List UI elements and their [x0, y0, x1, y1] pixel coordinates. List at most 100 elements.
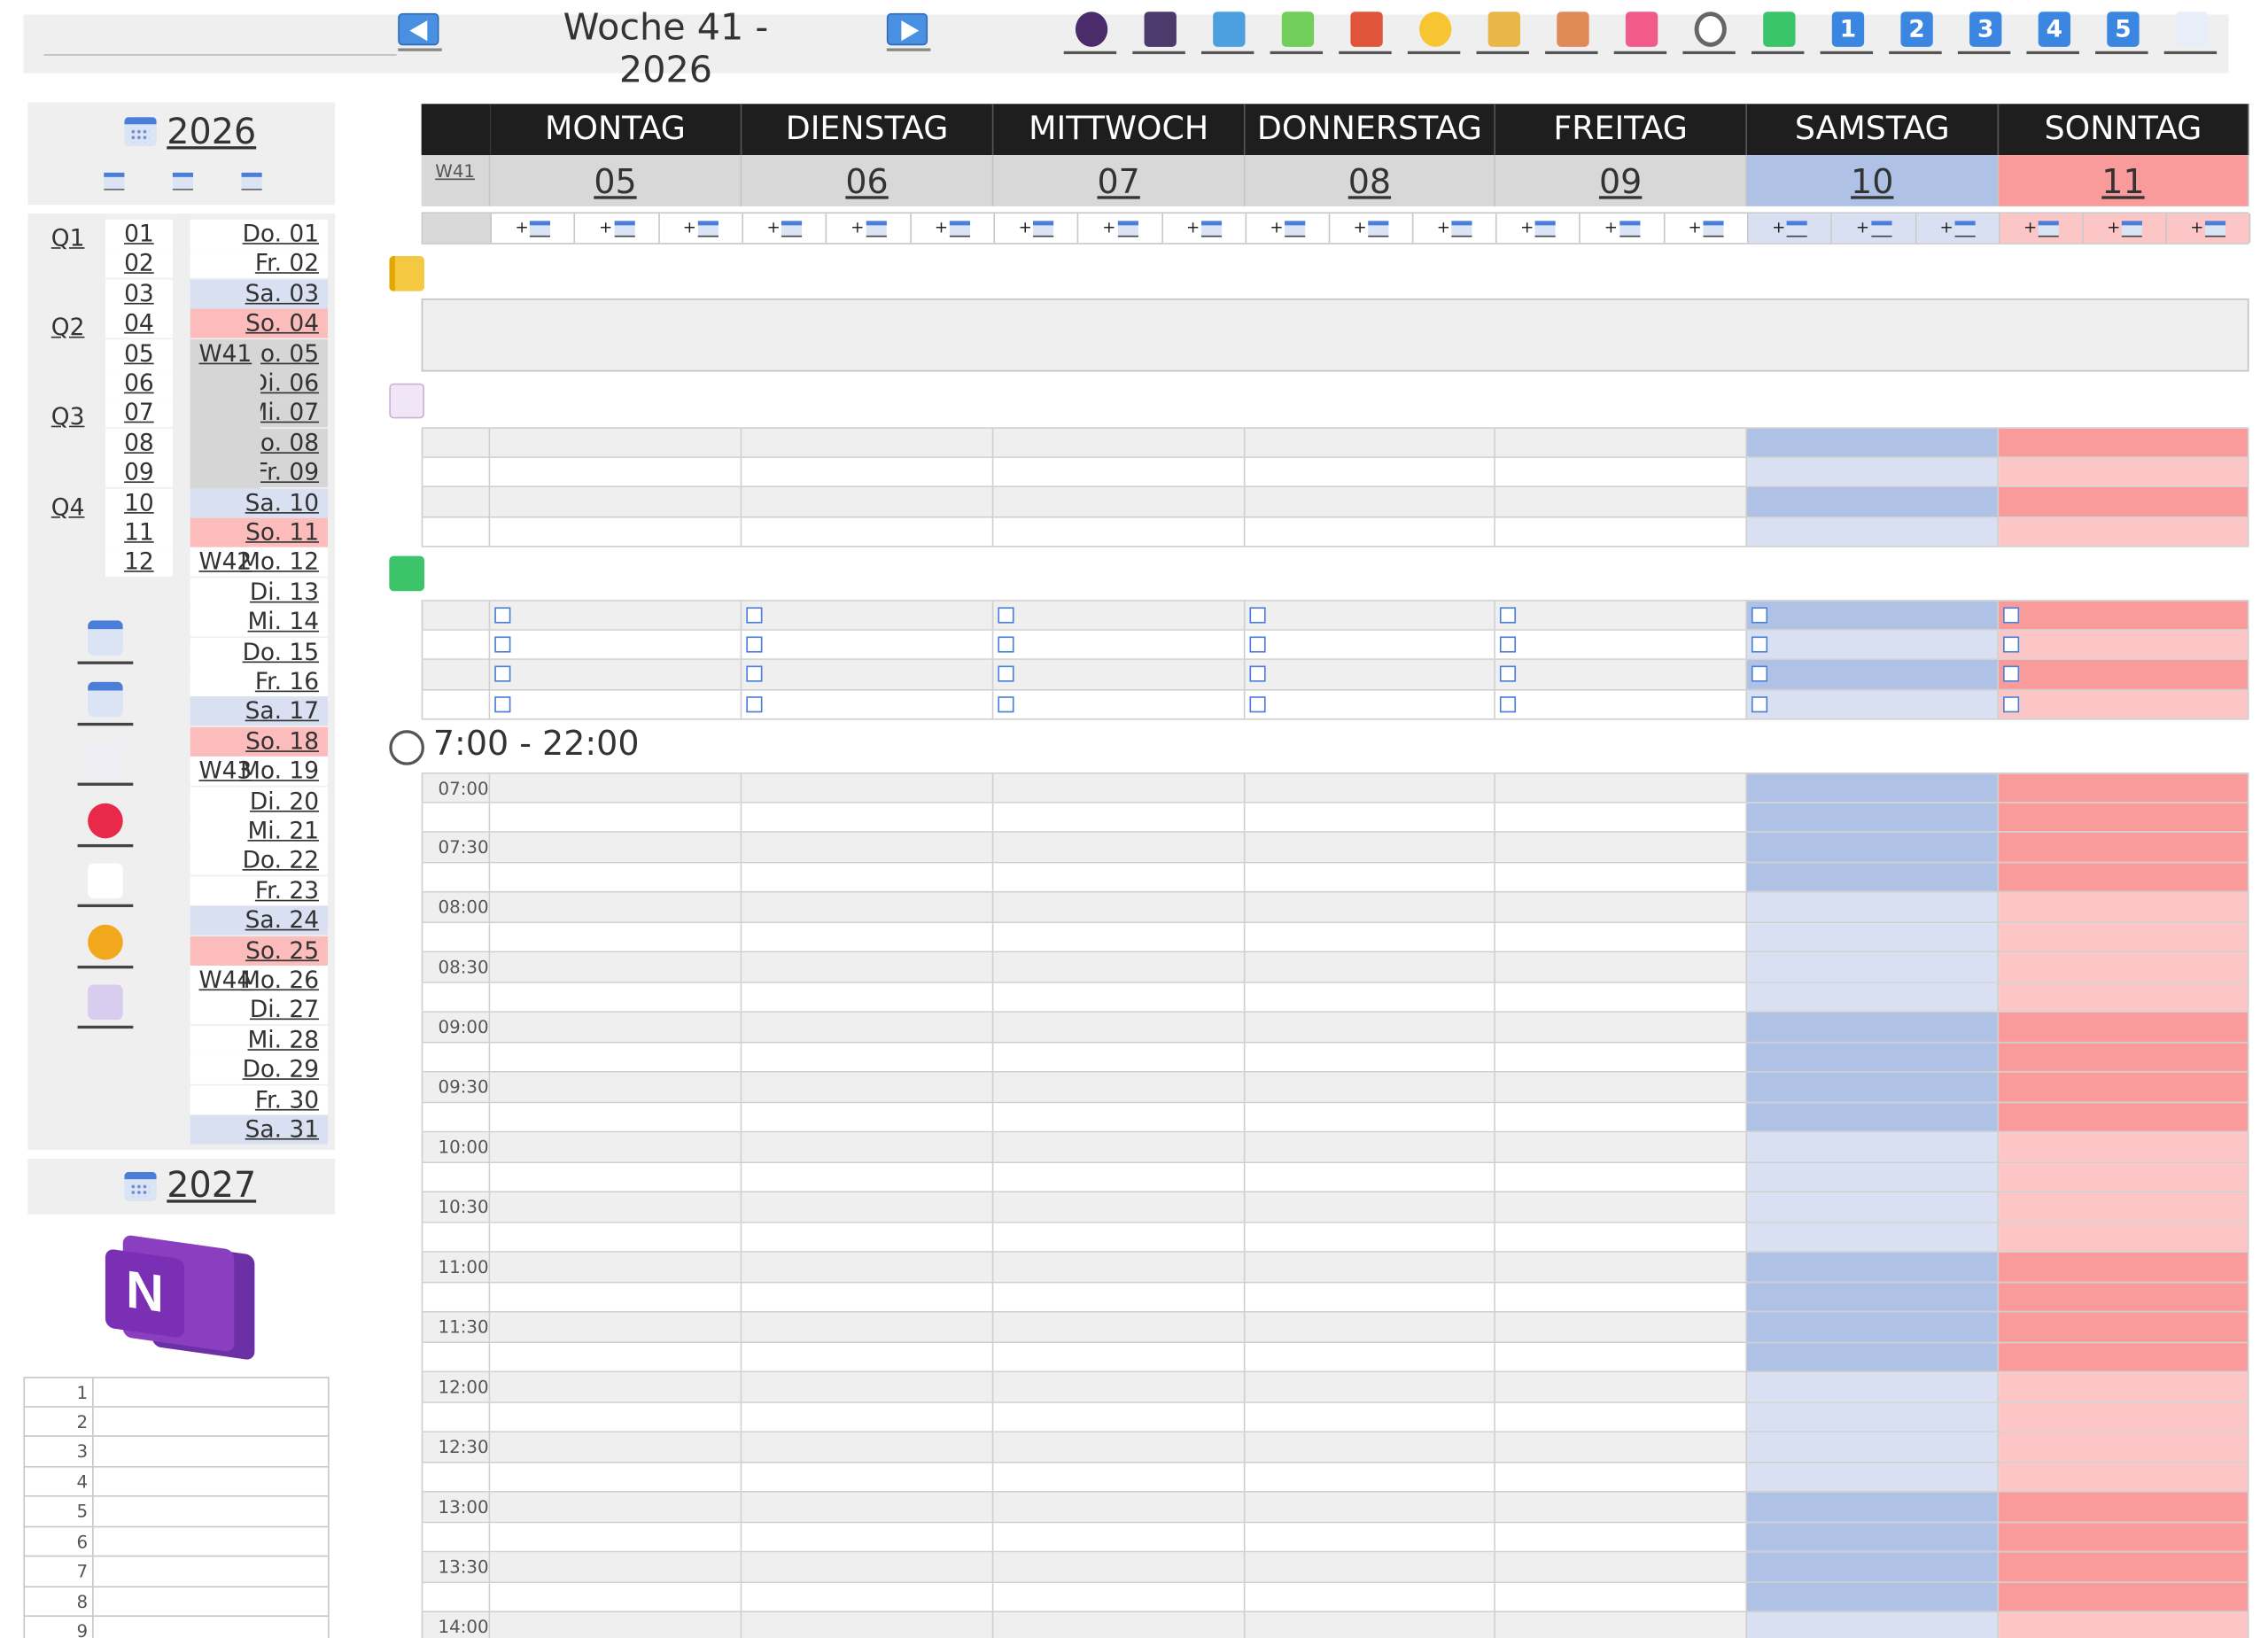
- time-slot-cell[interactable]: [993, 862, 1246, 891]
- memo-cell[interactable]: [1245, 457, 1495, 486]
- time-slot-cell[interactable]: [1747, 802, 2000, 832]
- time-slot-cell[interactable]: [1999, 1252, 2249, 1281]
- quarter-link[interactable]: Q4: [51, 493, 96, 520]
- task-checkbox[interactable]: [1499, 607, 1517, 624]
- time-slot-cell[interactable]: [1999, 1222, 2249, 1252]
- time-slot-cell[interactable]: [1495, 1432, 1748, 1462]
- person-icon[interactable]: [1063, 7, 1117, 55]
- list-value[interactable]: [94, 1437, 328, 1465]
- memo-cell[interactable]: [490, 428, 742, 456]
- task-cell[interactable]: [490, 630, 742, 659]
- checkmark-icon[interactable]: [1751, 7, 1805, 55]
- day-link[interactable]: Di. 27: [190, 995, 328, 1025]
- time-slot-cell[interactable]: [1747, 832, 2000, 861]
- time-slot-cell[interactable]: [1999, 1162, 2249, 1192]
- time-slot-cell[interactable]: [1245, 1312, 1495, 1341]
- time-slot-cell[interactable]: [742, 1522, 994, 1551]
- calendar-small-icon[interactable]: [104, 172, 125, 190]
- day-link[interactable]: Fr. 23: [190, 875, 328, 906]
- time-slot-cell[interactable]: [993, 1252, 1246, 1281]
- task-checkbox[interactable]: [2003, 695, 2020, 712]
- month-link[interactable]: 08: [105, 428, 173, 458]
- time-slot-cell[interactable]: [490, 1432, 742, 1462]
- time-slot-cell[interactable]: [1747, 1312, 2000, 1341]
- task-checkbox[interactable]: [998, 607, 1014, 624]
- time-slot-cell[interactable]: [993, 922, 1246, 951]
- memo-cell[interactable]: [1495, 428, 1748, 456]
- day-link[interactable]: Do. 01: [190, 219, 328, 249]
- task-checkbox[interactable]: [1499, 665, 1517, 682]
- memo-cell[interactable]: [993, 486, 1246, 516]
- day-link[interactable]: Mi. 21: [190, 816, 328, 846]
- memo-cell[interactable]: [1495, 516, 1748, 547]
- time-slot-cell[interactable]: [742, 952, 994, 982]
- time-slot-cell[interactable]: [993, 1372, 1246, 1401]
- memo-icon[interactable]: [389, 383, 424, 419]
- month-link[interactable]: 03: [105, 279, 173, 309]
- add-event-button[interactable]: +: [2000, 213, 2084, 244]
- time-slot-cell[interactable]: [1999, 1552, 2249, 1581]
- time-slot-cell[interactable]: [1999, 1282, 2249, 1311]
- time-slot-cell[interactable]: [742, 1102, 994, 1131]
- list-value[interactable]: [94, 1467, 328, 1495]
- time-slot-cell[interactable]: [490, 1522, 742, 1551]
- add-event-button[interactable]: +: [911, 213, 996, 244]
- add-event-button[interactable]: +: [1247, 213, 1331, 244]
- time-slot-cell[interactable]: [993, 1162, 1246, 1192]
- day-link[interactable]: Sa. 31: [190, 1114, 328, 1145]
- add-event-button[interactable]: +: [659, 213, 743, 244]
- task-cell[interactable]: [1495, 601, 1748, 629]
- add-event-button[interactable]: +: [576, 213, 660, 244]
- clock-icon[interactable]: [1682, 7, 1736, 55]
- time-slot-cell[interactable]: [1245, 1582, 1495, 1611]
- task-checkbox[interactable]: [2003, 665, 2020, 682]
- task-checkbox[interactable]: [494, 695, 511, 712]
- memo-cell[interactable]: [1747, 457, 2000, 486]
- time-slot-cell[interactable]: [1747, 862, 2000, 891]
- time-slot-cell[interactable]: [1495, 922, 1748, 951]
- time-slot-cell[interactable]: [742, 1252, 994, 1281]
- add-event-button[interactable]: +: [1413, 213, 1497, 244]
- quarter-link[interactable]: Q3: [51, 403, 96, 431]
- time-slot-cell[interactable]: [1495, 832, 1748, 861]
- time-slot-cell[interactable]: [1999, 1012, 2249, 1042]
- time-slot-cell[interactable]: [490, 1402, 742, 1432]
- time-slot-cell[interactable]: [1999, 1312, 2249, 1341]
- task-cell[interactable]: [490, 659, 742, 689]
- task-cell[interactable]: [1999, 630, 2249, 659]
- time-slot-cell[interactable]: [1495, 862, 1748, 891]
- day-date-link[interactable]: 06: [742, 155, 994, 206]
- time-slot-cell[interactable]: [1747, 1552, 2000, 1581]
- add-event-button[interactable]: +: [1162, 213, 1247, 244]
- time-slot-cell[interactable]: [993, 1342, 1246, 1371]
- time-slot-cell[interactable]: [1747, 1102, 2000, 1131]
- time-slot-cell[interactable]: [490, 1132, 742, 1161]
- day-link[interactable]: Do. 15: [190, 637, 328, 667]
- number-5-icon[interactable]: 5: [2095, 7, 2148, 55]
- day-date-link[interactable]: 09: [1495, 155, 1748, 206]
- time-slot-cell[interactable]: [1747, 1042, 2000, 1071]
- memo-cell[interactable]: [993, 516, 1246, 547]
- time-slot-cell[interactable]: [1245, 1402, 1495, 1432]
- task-cell[interactable]: [1747, 659, 2000, 689]
- task-cell[interactable]: [993, 659, 1246, 689]
- day-link[interactable]: Sa. 03: [190, 279, 328, 309]
- book-purple-icon[interactable]: [1132, 7, 1185, 55]
- task-cell[interactable]: [742, 659, 994, 689]
- note-pencil-icon[interactable]: [77, 739, 134, 786]
- memo-cell[interactable]: [993, 457, 1246, 486]
- time-slot-cell[interactable]: [1747, 1462, 2000, 1491]
- time-slot-cell[interactable]: [993, 1072, 1246, 1101]
- memo-cell[interactable]: [1999, 516, 2249, 547]
- time-slot-cell[interactable]: [490, 1252, 742, 1281]
- time-slot-cell[interactable]: [1999, 1132, 2249, 1161]
- memo-cell[interactable]: [1495, 457, 1748, 486]
- next-week-button[interactable]: [886, 12, 931, 51]
- task-checkbox[interactable]: [1751, 635, 1768, 652]
- time-slot-cell[interactable]: [742, 1402, 994, 1432]
- day-link[interactable]: Fr. 16: [190, 667, 328, 697]
- time-slot-cell[interactable]: [993, 1612, 1246, 1638]
- time-slot-cell[interactable]: [1999, 1402, 2249, 1432]
- list-value[interactable]: [94, 1407, 328, 1435]
- time-slot-cell[interactable]: [1245, 1432, 1495, 1462]
